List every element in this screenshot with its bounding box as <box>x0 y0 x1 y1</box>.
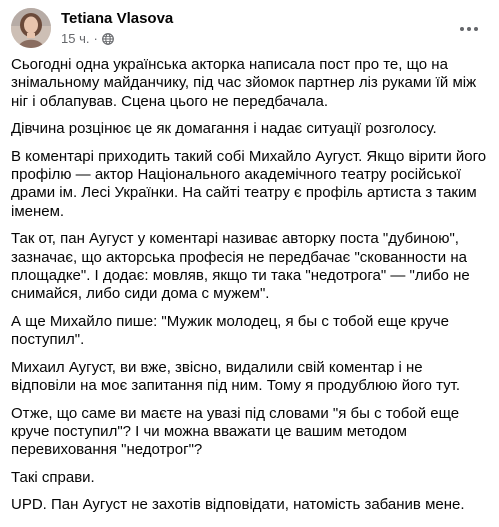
post-paragraph-6: Михаил Аугуст, ви вже, звісно, видалили … <box>11 358 460 395</box>
author-avatar[interactable] <box>11 8 51 48</box>
post-paragraph-9: UPD. Пан Аугуст не захотів відповідати, … <box>11 496 465 514</box>
post-paragraph-2: Дівчина розцінює це як домагання і надає… <box>11 120 437 138</box>
globe-icon[interactable] <box>101 33 114 45</box>
post-options-button[interactable] <box>451 11 487 47</box>
profile-photo-icon <box>11 8 51 48</box>
author-name[interactable]: Tetiana Vlasova <box>61 10 173 28</box>
meta-separator: · <box>93 31 98 46</box>
post-paragraph-5: А ще Михайло пише: "Мужик молодец, я бы … <box>11 312 449 349</box>
post-paragraph-7: Отже, що саме ви маєте на увазі під слов… <box>11 404 460 459</box>
facebook-post: Tetiana Vlasova 15 ч. · Сьогодні одна ук… <box>0 0 499 527</box>
post-header: Tetiana Vlasova 15 ч. · <box>11 8 489 52</box>
post-meta: 15 ч. · <box>61 31 114 47</box>
post-paragraph-4: Так от, пан Аугуст у коментарі називає а… <box>11 230 470 303</box>
post-text: Сьогодні одна українська акторка написал… <box>11 56 487 524</box>
post-paragraph-1: Сьогодні одна українська акторка написал… <box>11 56 477 110</box>
post-timestamp[interactable]: 15 ч. <box>61 31 89 47</box>
post-paragraph-3: В коментарі приходить такий собі Михайло… <box>11 147 487 220</box>
post-paragraph-8: Такі справи. <box>11 468 95 486</box>
more-horizontal-icon <box>460 27 478 31</box>
